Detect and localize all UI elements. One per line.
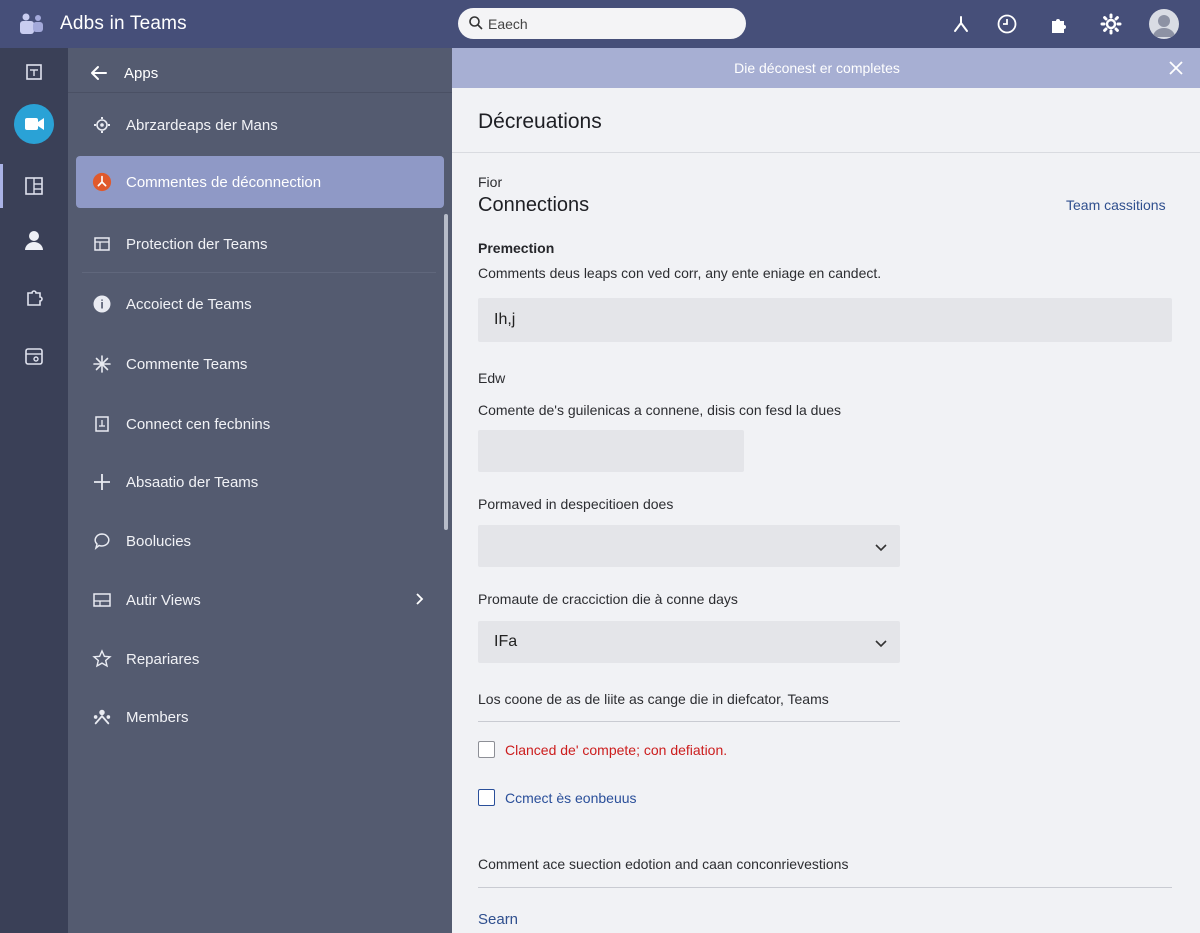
members-icon — [92, 707, 112, 727]
edw-field[interactable] — [478, 430, 744, 472]
checkbox-row-defiation[interactable]: Clanced de' compete; con defiation. — [478, 741, 727, 758]
sidebar-item-commentes[interactable]: Commentes de déconnection — [76, 156, 444, 208]
notification-banner: Die déconest er completes — [452, 48, 1200, 88]
edw-label: Edw — [478, 370, 506, 386]
sidebar-item-absaatio[interactable]: Absaatio der Teams — [76, 456, 444, 508]
edw-input[interactable] — [478, 430, 744, 472]
puzzle-icon[interactable] — [0, 278, 68, 318]
chevron-down-icon — [874, 540, 888, 558]
for-label: Fior — [478, 174, 503, 190]
sidebar-item-label: Accoiect de Teams — [126, 295, 252, 313]
clock-icon[interactable] — [994, 11, 1020, 37]
gear-icon[interactable] — [1098, 11, 1124, 37]
divider — [452, 152, 1200, 153]
info-icon: i — [92, 294, 112, 314]
board-icon[interactable] — [0, 166, 68, 206]
search-icon — [468, 15, 484, 31]
sidebar-item-connect[interactable]: Connect cen fecbnins — [76, 398, 444, 450]
chevron-down-icon — [874, 636, 888, 654]
layout-icon — [92, 590, 112, 610]
bubble-icon — [92, 531, 112, 551]
sidebar-item-label: Autir Views — [126, 591, 201, 609]
app-title: Adbs in Teams — [60, 13, 187, 34]
chevron-right-icon — [414, 592, 424, 610]
sidebar-item-accoiect[interactable]: i Accoiect de Teams — [76, 278, 444, 330]
divider — [478, 887, 1172, 888]
arrow-left-icon — [91, 66, 107, 80]
back-button[interactable]: Apps — [90, 60, 158, 86]
checkbox-row-connect[interactable]: Ccmect ès eonbeuus — [478, 789, 637, 806]
sidebar-item-label: Members — [126, 708, 189, 726]
formatted-label: Pormaved in despecitioen does — [478, 496, 674, 512]
checkbox-label: Clanced de' compete; con defiation. — [505, 741, 728, 758]
sidebar-item-boolucies[interactable]: Boolucies — [76, 515, 444, 567]
sidebar-item-label: Commente Teams — [126, 355, 248, 373]
app-rail — [0, 48, 68, 933]
formatted-select[interactable] — [478, 525, 900, 567]
document-icon — [92, 414, 112, 434]
puzzle-icon[interactable] — [1046, 11, 1072, 37]
select-value: IFa — [494, 633, 518, 650]
section-title: Connections — [478, 194, 590, 216]
calendar-icon[interactable] — [0, 336, 68, 376]
apps-icon[interactable] — [0, 52, 68, 92]
sidebar-item-commente-teams[interactable]: Commente Teams — [76, 338, 444, 390]
sidebar-item-label: Boolucies — [126, 532, 192, 550]
window-icon — [92, 234, 112, 254]
checkbox-label: Ccmect ès eonbeuus — [505, 789, 637, 806]
footer-note: Comment ace suection edotion and caan co… — [478, 856, 849, 872]
sidebar-item-members[interactable]: Members — [76, 691, 444, 743]
sidebar-item-label: Repariares — [126, 650, 200, 668]
sidebar-item-protection[interactable]: Protection der Teams — [76, 218, 444, 270]
divider — [82, 272, 436, 273]
search-link[interactable]: Searn — [478, 911, 518, 928]
alert-badge-icon — [92, 172, 112, 192]
premection-description: Comments deus leaps con ved corr, any en… — [478, 265, 882, 281]
checkbox[interactable] — [478, 789, 495, 806]
back-label: Apps — [124, 64, 159, 82]
sidebar-item-label: Connect cen fecbnins — [126, 415, 271, 433]
sidebar-item-autir-views[interactable]: Autir Views — [76, 574, 444, 626]
sparkle-icon — [92, 354, 112, 374]
sidebar-item-label: Protection der Teams — [126, 235, 268, 253]
main-panel: Die déconest er completes Décreuations F… — [452, 48, 1200, 933]
premection-input[interactable] — [478, 298, 1172, 342]
promaute-select[interactable]: IFa — [478, 621, 900, 663]
sidebar-item-repariares[interactable]: Repariares — [76, 633, 444, 685]
note-text: Los coone de as de liite as cange die in… — [478, 691, 829, 707]
plus-icon — [92, 472, 112, 492]
banner-text: Die déconest er completes — [734, 60, 900, 76]
divider — [68, 92, 452, 93]
activity-icon[interactable] — [948, 11, 974, 37]
sidebar-item-label: Commentes de déconnection — [126, 173, 322, 191]
sidebar-item-label: Abrzardeaps der Mans — [126, 116, 278, 134]
apps-sidebar: Apps Abrzardeaps der Mans Commentes de d… — [68, 48, 452, 933]
star-icon — [92, 649, 112, 669]
premection-field[interactable] — [478, 298, 1172, 342]
person-icon[interactable] — [0, 220, 68, 260]
promaute-label: Promaute de cracciction die à conne days — [478, 591, 738, 607]
svg-text:i: i — [100, 298, 103, 312]
page-title: Décreuations — [478, 110, 602, 133]
search-input[interactable] — [488, 12, 728, 35]
teams-logo-icon[interactable] — [18, 12, 46, 36]
sidebar-item-label: Absaatio der Teams — [126, 473, 259, 491]
avatar[interactable] — [1149, 9, 1179, 39]
edw-description: Comente de's guilenicas a connene, disis… — [478, 402, 842, 418]
gear-badge-icon — [92, 115, 112, 135]
top-bar: Adbs in Teams — [0, 0, 1200, 48]
video-icon[interactable] — [0, 104, 68, 144]
premection-label: Premection — [478, 240, 555, 256]
sidebar-scrollbar[interactable] — [444, 214, 448, 530]
search-box[interactable] — [458, 8, 746, 39]
sidebar-item-abrzardeaps[interactable]: Abrzardeaps der Mans — [76, 99, 444, 151]
team-link[interactable]: Team cassitions — [1066, 197, 1166, 213]
divider — [478, 721, 900, 722]
checkbox[interactable] — [478, 741, 495, 758]
close-icon[interactable] — [1167, 59, 1185, 77]
